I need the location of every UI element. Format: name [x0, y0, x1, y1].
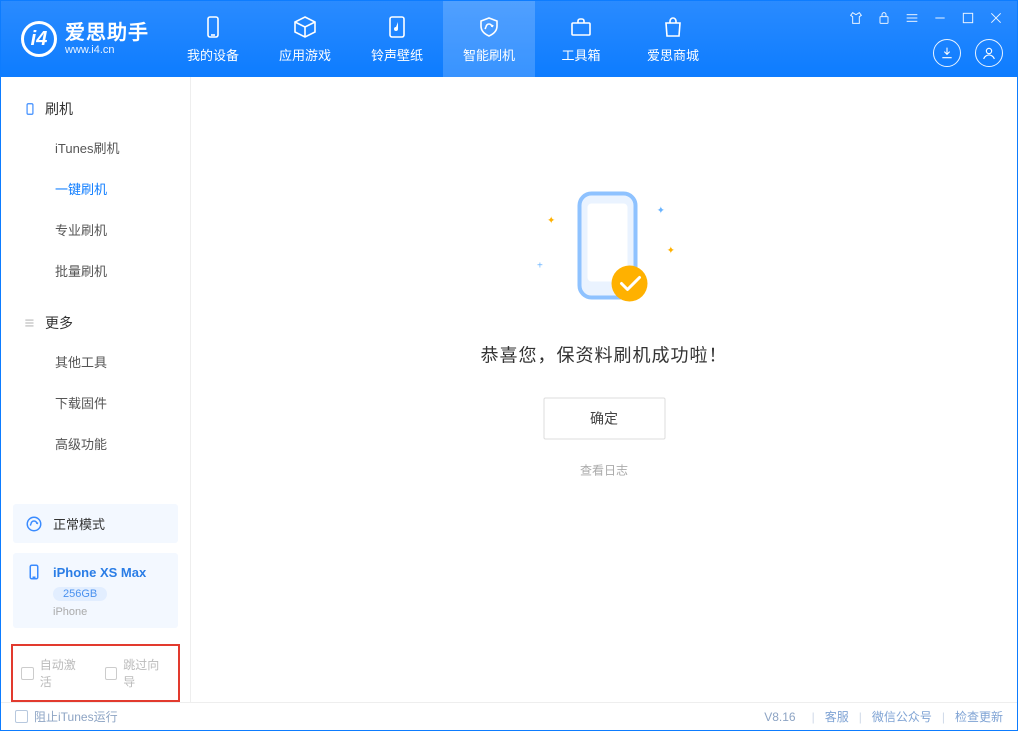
device-box[interactable]: iPhone XS Max 256GB iPhone [13, 553, 178, 628]
checkbox-label: 阻止iTunes运行 [34, 708, 118, 725]
tab-label: 工具箱 [561, 45, 600, 64]
main-area: ✦ + ✦ ✦ 恭喜您，保资料刷机成功啦！ 确定 查看日志 [191, 77, 1017, 702]
briefcase-icon [569, 15, 593, 39]
skip-guide-checkbox[interactable]: 跳过向导 [105, 656, 171, 690]
lock-icon[interactable] [875, 9, 893, 27]
tab-apps-games[interactable]: 应用游戏 [259, 1, 351, 77]
phone-outline-icon [23, 102, 37, 116]
menu-icon[interactable] [903, 9, 921, 27]
version-label: V8.16 [764, 710, 795, 724]
tab-store[interactable]: 爱思商城 [627, 1, 719, 77]
checkbox-icon [15, 710, 28, 723]
sidebar-item-other-tools[interactable]: 其他工具 [1, 341, 190, 382]
top-bar: i4 爱思助手 www.i4.cn 我的设备 应用游戏 铃声壁纸 智能刷机 工具… [1, 1, 1017, 77]
list-icon [23, 316, 37, 330]
minimize-icon[interactable] [931, 9, 949, 27]
top-aux-buttons [933, 39, 1003, 67]
app-name: 爱思助手 [65, 22, 149, 44]
sidebar-item-oneclick-flash[interactable]: 一键刷机 [1, 168, 190, 209]
support-link[interactable]: 客服 [825, 708, 849, 725]
music-file-icon [385, 15, 409, 39]
success-illustration: ✦ + ✦ ✦ [529, 176, 679, 326]
app-url: www.i4.cn [65, 44, 149, 56]
window-controls [847, 9, 1005, 27]
sidebar-group-flash: 刷机 [1, 91, 190, 127]
separator: | [859, 710, 862, 724]
auto-activate-checkbox[interactable]: 自动激活 [21, 656, 87, 690]
tab-label: 铃声壁纸 [371, 45, 423, 64]
wechat-link[interactable]: 微信公众号 [872, 708, 932, 725]
user-button[interactable] [975, 39, 1003, 67]
device-icon [25, 563, 43, 581]
sidebar-group-label: 更多 [45, 313, 73, 333]
sidebar-group-label: 刷机 [45, 99, 73, 119]
sidebar: 刷机 iTunes刷机 一键刷机 专业刷机 批量刷机 更多 其他工具 下载固件 … [1, 77, 191, 702]
block-itunes-checkbox[interactable]: 阻止iTunes运行 [15, 708, 118, 725]
device-capacity: 256GB [53, 587, 107, 601]
checkbox-icon [21, 667, 34, 680]
tab-label: 智能刷机 [463, 45, 515, 64]
sidebar-item-itunes-flash[interactable]: iTunes刷机 [1, 127, 190, 168]
shirt-icon[interactable] [847, 9, 865, 27]
tab-toolbox[interactable]: 工具箱 [535, 1, 627, 77]
tab-label: 我的设备 [187, 45, 239, 64]
tab-smart-flash[interactable]: 智能刷机 [443, 1, 535, 77]
device-name: iPhone XS Max [53, 565, 146, 580]
device-mode-label: 正常模式 [53, 514, 105, 533]
sidebar-item-pro-flash[interactable]: 专业刷机 [1, 209, 190, 250]
sidebar-item-batch-flash[interactable]: 批量刷机 [1, 250, 190, 291]
device-type: iPhone [53, 606, 166, 618]
device-mode-box[interactable]: 正常模式 [13, 504, 178, 543]
download-button[interactable] [933, 39, 961, 67]
tab-label: 应用游戏 [279, 45, 331, 64]
check-update-link[interactable]: 检查更新 [955, 708, 1003, 725]
separator: | [812, 710, 815, 724]
tab-ringtone-wallpaper[interactable]: 铃声壁纸 [351, 1, 443, 77]
view-log-link[interactable]: 查看日志 [481, 462, 728, 479]
top-tabs: 我的设备 应用游戏 铃声壁纸 智能刷机 工具箱 爱思商城 [167, 1, 719, 77]
sidebar-item-advanced[interactable]: 高级功能 [1, 423, 190, 464]
ok-button[interactable]: 确定 [543, 398, 665, 440]
sidebar-group-more: 更多 [1, 305, 190, 341]
logo-icon: i4 [21, 21, 57, 57]
highlighted-options: 自动激活 跳过向导 [11, 644, 180, 702]
sync-icon [25, 515, 43, 533]
shopping-bag-icon [661, 15, 685, 39]
checkbox-label: 跳过向导 [123, 656, 170, 690]
maximize-icon[interactable] [959, 9, 977, 27]
app-logo: i4 爱思助手 www.i4.cn [1, 21, 167, 57]
footer: 阻止iTunes运行 V8.16 | 客服 | 微信公众号 | 检查更新 [1, 702, 1017, 730]
phone-icon [201, 15, 225, 39]
cube-icon [293, 15, 317, 39]
refresh-shield-icon [477, 15, 501, 39]
sidebar-item-download-fw[interactable]: 下载固件 [1, 382, 190, 423]
success-message: 恭喜您，保资料刷机成功啦！ [481, 342, 728, 368]
checkbox-icon [105, 667, 118, 680]
checkbox-label: 自动激活 [40, 656, 87, 690]
close-icon[interactable] [987, 9, 1005, 27]
tab-my-device[interactable]: 我的设备 [167, 1, 259, 77]
tab-label: 爱思商城 [647, 45, 699, 64]
separator: | [942, 710, 945, 724]
